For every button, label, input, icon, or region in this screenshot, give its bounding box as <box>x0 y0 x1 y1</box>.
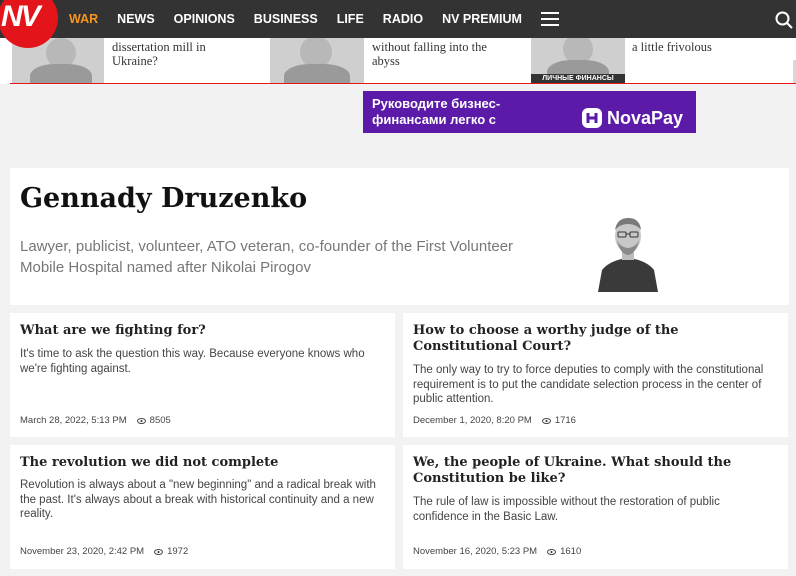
strip-item-text[interactable]: dissertation mill in Ukraine? <box>112 40 252 68</box>
eye-icon <box>541 417 551 424</box>
logo-text: NV <box>1 0 41 33</box>
article-excerpt: The only way to try to force deputies to… <box>413 364 764 405</box>
nav-item-war[interactable]: WAR <box>69 12 98 26</box>
article-date: December 1, 2020, 8:20 PM <box>413 415 532 426</box>
eye-icon <box>154 548 164 555</box>
article-excerpt: It's time to ask the question this way. … <box>20 348 365 375</box>
article-title[interactable]: How to choose a worthy judge of the Cons… <box>413 323 773 355</box>
article-title[interactable]: What are we fighting for? <box>20 323 380 339</box>
article-date: March 28, 2022, 5:13 PM <box>20 415 127 426</box>
article-meta: November 23, 2020, 2:42 PM 1972 <box>20 546 188 557</box>
strip-divider <box>10 83 796 84</box>
nav-item-opinions[interactable]: OPINIONS <box>174 12 235 26</box>
article-meta: November 16, 2020, 5:23 PM 1610 <box>413 546 581 557</box>
top-navigation: WAR NEWS OPINIONS BUSINESS LIFE RADIO NV… <box>0 0 796 38</box>
article-date: November 16, 2020, 5:23 PM <box>413 546 538 557</box>
article-meta: March 28, 2022, 5:13 PM 8505 <box>20 415 171 426</box>
ad-brand: NovaPay <box>607 108 684 128</box>
strip-thumbnail[interactable] <box>270 38 364 83</box>
author-photo <box>598 214 658 292</box>
novapay-logo-icon <box>582 108 602 128</box>
nav-item-radio[interactable]: RADIO <box>383 12 423 26</box>
ad-text: Руководите бизнес-финансами легко с <box>372 96 501 127</box>
nav-item-life[interactable]: LIFE <box>337 12 364 26</box>
eye-icon <box>136 417 146 424</box>
article-views: 1610 <box>560 546 582 557</box>
nav-item-news[interactable]: NEWS <box>117 12 155 26</box>
article-card[interactable]: The revolution we did not complete Revol… <box>10 445 395 569</box>
search-icon[interactable] <box>775 11 793 29</box>
article-excerpt: Revolution is always about a "new beginn… <box>20 479 376 520</box>
article-views: 1972 <box>167 546 189 557</box>
article-card[interactable]: What are we fighting for? It's time to a… <box>10 313 395 437</box>
article-date: November 23, 2020, 2:42 PM <box>20 546 145 557</box>
nav-item-business[interactable]: BUSINESS <box>254 12 318 26</box>
author-name: Gennady Druzenko <box>20 183 308 214</box>
article-title[interactable]: The revolution we did not complete <box>20 455 380 471</box>
author-bio: Lawyer, publicist, volunteer, ATO vetera… <box>20 238 514 276</box>
ad-banner[interactable]: Руководите бизнес-финансами легко с Nova… <box>363 91 696 133</box>
article-excerpt: The rule of law is impossible without th… <box>413 496 720 523</box>
article-title[interactable]: We, the people of Ukraine. What should t… <box>413 455 773 487</box>
article-meta: December 1, 2020, 8:20 PM 1716 <box>413 415 576 426</box>
nav-item-nv-premium[interactable]: NV PREMIUM <box>442 12 522 26</box>
article-card[interactable]: How to choose a worthy judge of the Cons… <box>403 313 788 437</box>
article-card[interactable]: We, the people of Ukraine. What should t… <box>403 445 788 569</box>
hamburger-menu-icon[interactable] <box>541 12 559 26</box>
article-views: 1716 <box>554 415 576 426</box>
eye-icon <box>547 548 557 555</box>
author-card: Gennady Druzenko Lawyer, publicist, volu… <box>10 168 789 305</box>
strip-item-text[interactable]: a little frivolous <box>632 40 772 54</box>
strip-item-text[interactable]: without falling into the abyss <box>372 40 512 68</box>
strip-category-tag: ЛИЧНЫЕ ФИНАНСЫ <box>531 74 625 83</box>
nav-menu: WAR NEWS OPINIONS BUSINESS LIFE RADIO NV… <box>69 0 541 38</box>
article-views: 8505 <box>149 415 171 426</box>
